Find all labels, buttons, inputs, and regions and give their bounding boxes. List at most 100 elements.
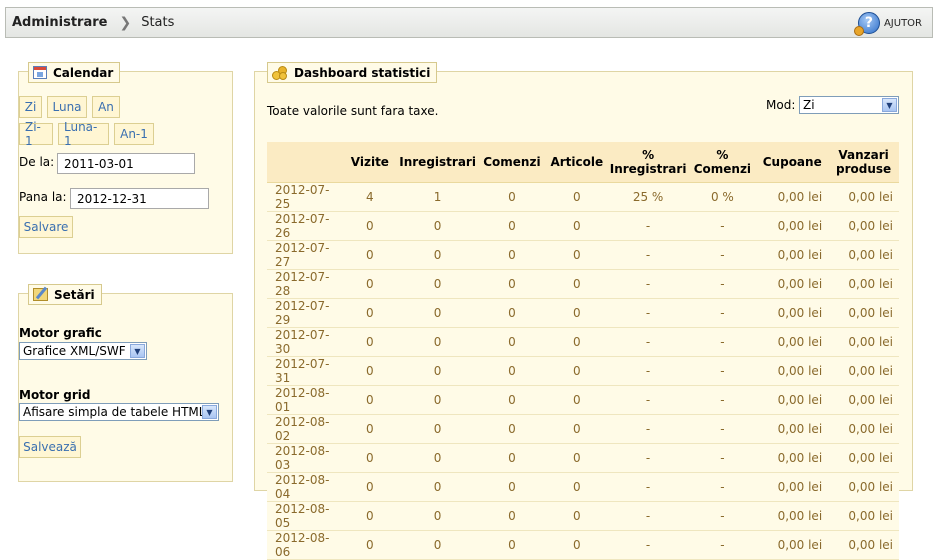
cell-items: 0 — [545, 501, 608, 531]
cell-vouchers: 0,00 lei — [756, 327, 829, 357]
cell-pct-registrations: - — [607, 472, 689, 502]
period-prev-month-button[interactable]: Luna-1 — [58, 120, 109, 148]
calendar-save-button[interactable]: Salvare — [19, 216, 73, 238]
cell-date: 2012-08-02 — [267, 414, 343, 444]
calendar-title: Calendar — [53, 65, 114, 80]
table-row: 2012-07-28 0 0 0 0- -0,00 lei 0,00 lei — [267, 269, 899, 299]
cell-items: 0 — [545, 443, 608, 473]
cell-product-sales: 0,00 lei — [828, 327, 899, 357]
cell-pct-orders: - — [688, 443, 757, 473]
breadcrumb-separator-icon: ❯ — [119, 14, 132, 31]
cell-orders: 0 — [477, 385, 546, 415]
cell-pct-registrations: - — [607, 414, 689, 444]
column-header-pct-registrations: % Inregistrari — [607, 142, 689, 183]
cell-vouchers: 0,00 lei — [756, 530, 829, 560]
cell-registrations: 0 — [397, 298, 478, 328]
cell-visits: 0 — [342, 385, 398, 415]
cell-pct-orders: - — [688, 211, 757, 241]
help-button[interactable]: ? AJUTOR — [853, 12, 922, 36]
cell-vouchers: 0,00 lei — [756, 385, 829, 415]
cell-items: 0 — [545, 414, 608, 444]
period-day-button[interactable]: Zi — [19, 96, 42, 118]
cell-date: 2012-07-28 — [267, 269, 343, 299]
cell-vouchers: 0,00 lei — [756, 443, 829, 473]
cell-registrations: 0 — [397, 327, 478, 357]
table-row: 2012-07-27 0 0 0 0- -0,00 lei 0,00 lei — [267, 240, 899, 270]
column-header-orders: Comenzi — [477, 142, 546, 183]
table-row: 2012-08-03 0 0 0 0- -0,00 lei 0,00 lei — [267, 443, 899, 473]
cell-orders: 0 — [477, 501, 546, 531]
grid-engine-label: Motor grid — [19, 388, 91, 402]
settings-save-button[interactable]: Salvează — [19, 436, 81, 458]
tax-note: Toate valorile sunt fara taxe. — [267, 104, 439, 118]
cell-date: 2012-07-29 — [267, 298, 343, 328]
cell-product-sales: 0,00 lei — [828, 443, 899, 473]
cell-registrations: 0 — [397, 472, 478, 502]
settings-legend: Setări — [28, 284, 102, 305]
cell-vouchers: 0,00 lei — [756, 211, 829, 241]
cell-vouchers: 0,00 lei — [756, 182, 829, 212]
period-month-button[interactable]: Luna — [47, 96, 87, 118]
cell-pct-registrations: - — [607, 327, 689, 357]
cell-visits: 0 — [342, 211, 398, 241]
table-row: 2012-08-01 0 0 0 0- -0,00 lei 0,00 lei — [267, 385, 899, 415]
breadcrumb-admin[interactable]: Administrare — [12, 15, 107, 30]
table-row: 2012-08-05 0 0 0 0- -0,00 lei 0,00 lei — [267, 501, 899, 531]
cell-pct-registrations: - — [607, 240, 689, 270]
cell-registrations: 0 — [397, 443, 478, 473]
cell-product-sales: 0,00 lei — [828, 530, 899, 560]
cell-registrations: 0 — [397, 240, 478, 270]
period-prev-day-button[interactable]: Zi-1 — [19, 120, 53, 148]
cell-product-sales: 0,00 lei — [828, 356, 899, 386]
cell-pct-registrations: - — [607, 530, 689, 560]
cell-orders: 0 — [477, 240, 546, 270]
cell-orders: 0 — [477, 443, 546, 473]
table-row: 2012-07-30 0 0 0 0- -0,00 lei 0,00 lei — [267, 327, 899, 357]
grid-engine-select[interactable]: Afisare simpla de tabele HTML ▼ — [19, 403, 219, 421]
cell-visits: 0 — [342, 472, 398, 502]
cell-registrations: 0 — [397, 530, 478, 560]
cell-pct-orders: - — [688, 501, 757, 531]
period-year-button[interactable]: An — [92, 96, 120, 118]
cell-items: 0 — [545, 240, 608, 270]
cell-pct-registrations: - — [607, 501, 689, 531]
cell-pct-orders: - — [688, 356, 757, 386]
cell-pct-orders: - — [688, 472, 757, 502]
chevron-down-icon: ▼ — [130, 344, 145, 358]
cell-vouchers: 0,00 lei — [756, 240, 829, 270]
chevron-down-icon: ▼ — [202, 405, 217, 419]
cell-date: 2012-07-27 — [267, 240, 343, 270]
cell-orders: 0 — [477, 472, 546, 502]
cell-visits: 0 — [342, 240, 398, 270]
cell-visits: 0 — [342, 530, 398, 560]
coins-icon — [272, 65, 288, 80]
cell-orders: 0 — [477, 298, 546, 328]
from-date-label: De la: — [19, 155, 55, 169]
cell-items: 0 — [545, 269, 608, 299]
table-row: 2012-08-04 0 0 0 0- -0,00 lei 0,00 lei — [267, 472, 899, 502]
cell-pct-registrations: - — [607, 443, 689, 473]
cell-date: 2012-08-03 — [267, 443, 343, 473]
cell-orders: 0 — [477, 530, 546, 560]
dashboard-title: Dashboard statistici — [294, 65, 431, 80]
from-date-input[interactable] — [57, 153, 195, 174]
graph-engine-value: Grafice XML/SWF — [23, 344, 126, 358]
cell-date: 2012-08-05 — [267, 501, 343, 531]
grid-engine-value: Afisare simpla de tabele HTML — [23, 405, 206, 419]
table-row: 2012-07-31 0 0 0 0- -0,00 lei 0,00 lei — [267, 356, 899, 386]
cell-pct-orders: - — [688, 530, 757, 560]
column-header-product-sales: Vanzari produse — [828, 142, 899, 183]
cell-items: 0 — [545, 211, 608, 241]
cell-orders: 0 — [477, 327, 546, 357]
cell-registrations: 0 — [397, 501, 478, 531]
mode-value: Zi — [803, 98, 815, 112]
graph-engine-select[interactable]: Grafice XML/SWF ▼ — [19, 342, 147, 360]
cell-vouchers: 0,00 lei — [756, 269, 829, 299]
cell-visits: 0 — [342, 414, 398, 444]
cell-orders: 0 — [477, 356, 546, 386]
cell-date: 2012-07-25 — [267, 182, 343, 212]
period-prev-year-button[interactable]: An-1 — [114, 123, 154, 145]
mode-select[interactable]: Zi ▼ — [799, 96, 899, 114]
cell-product-sales: 0,00 lei — [828, 501, 899, 531]
to-date-input[interactable] — [70, 188, 209, 209]
